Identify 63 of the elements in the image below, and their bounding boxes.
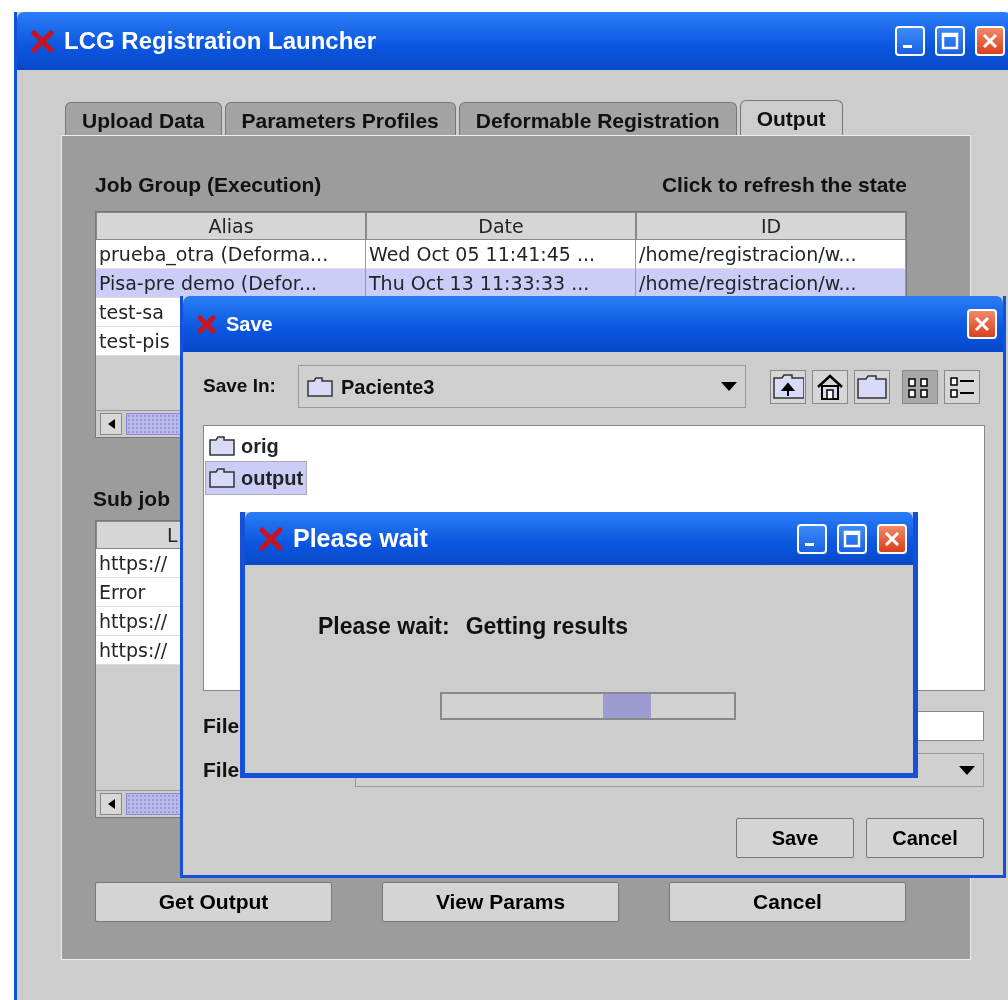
column-header[interactable]: Date — [366, 212, 636, 240]
close-button[interactable] — [967, 309, 997, 339]
grid-view-button[interactable] — [902, 369, 938, 404]
status-message: Getting results — [465, 612, 628, 641]
folder-name: Paciente3 — [341, 374, 436, 400]
minimize-button[interactable] — [797, 523, 827, 554]
file-name: output — [241, 466, 304, 491]
left-arrow-icon — [106, 798, 116, 810]
x-mark-icon — [31, 29, 54, 53]
scroll-left-button[interactable] — [100, 793, 122, 815]
close-button[interactable] — [877, 523, 907, 554]
table-cell: Wed Oct 05 11:41:45 ... — [366, 240, 636, 269]
table-cell: /home/registracion/w... — [636, 269, 906, 298]
section-label: Sub job — [93, 487, 170, 510]
maximize-icon — [842, 528, 862, 549]
tab[interactable]: Upload Data — [65, 102, 222, 135]
refresh-hint: Click to refresh the state — [661, 172, 907, 198]
maximize-icon — [940, 31, 960, 51]
action-button[interactable]: Cancel — [669, 882, 906, 922]
action-button[interactable]: Get Output — [95, 882, 332, 922]
list-view-button[interactable] — [944, 369, 980, 404]
folder-icon — [209, 468, 235, 488]
maximize-button[interactable] — [935, 26, 965, 56]
folder-arrow-icon — [772, 371, 804, 402]
close-icon — [972, 314, 992, 334]
left-arrow-icon — [106, 418, 116, 430]
folder-icon — [307, 376, 333, 397]
scroll-left-button[interactable] — [100, 413, 122, 435]
maximize-button[interactable] — [837, 523, 867, 554]
field-label: File — [203, 713, 240, 740]
caret-icon — [959, 765, 975, 775]
caret-icon — [721, 382, 737, 391]
tab[interactable]: Output — [739, 100, 843, 135]
dialog-button[interactable]: Save — [736, 818, 854, 858]
field-label: Save In: — [203, 374, 277, 399]
window-title: LCG Registration Launcher — [64, 26, 378, 56]
section-label: Job Group (Execution) — [95, 172, 322, 198]
column-header[interactable]: Alias — [96, 212, 366, 240]
folder-dropdown[interactable]: Paciente3 — [298, 365, 746, 408]
file-name: orig — [241, 434, 279, 459]
minimize-button[interactable] — [895, 26, 925, 56]
up-folder-button[interactable] — [770, 369, 806, 404]
minimize-icon — [903, 45, 912, 48]
tab[interactable]: Parameters Profiles — [224, 102, 456, 135]
action-button[interactable]: View Params — [382, 882, 619, 922]
tab[interactable]: Deformable Registration — [458, 102, 737, 135]
close-button[interactable] — [975, 26, 1005, 56]
x-mark-icon — [259, 526, 283, 551]
new-folder-button[interactable] — [854, 369, 890, 404]
folder-icon — [209, 436, 235, 456]
file-item[interactable]: orig — [206, 430, 282, 462]
dialog-button[interactable]: Cancel — [866, 818, 984, 858]
table-cell: Pisa-pre demo (Defor... — [96, 269, 366, 298]
home-button[interactable] — [812, 369, 848, 404]
table-cell: /home/registracion/w... — [636, 240, 906, 269]
file-item[interactable]: output — [206, 462, 307, 494]
close-icon — [980, 31, 1000, 51]
x-mark-icon — [197, 314, 216, 334]
table-cell: Thu Oct 13 11:33:33 ... — [366, 269, 636, 298]
minimize-icon — [805, 542, 814, 546]
column-header[interactable]: ID — [636, 212, 906, 240]
field-label: File — [203, 757, 240, 784]
table-cell: prueba_otra (Deforma... — [96, 240, 366, 269]
